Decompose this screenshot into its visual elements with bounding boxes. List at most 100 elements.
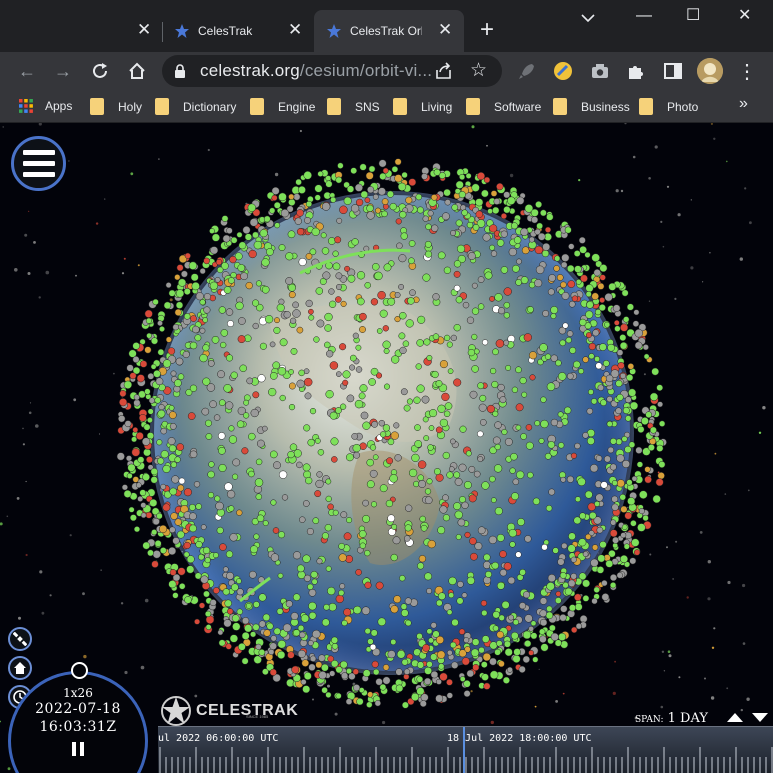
satellite-dot[interactable] xyxy=(609,463,617,471)
satellite-dot[interactable] xyxy=(341,672,349,680)
satellite-dot[interactable] xyxy=(338,542,345,550)
satellite-dot[interactable] xyxy=(596,566,605,574)
satellite-dot[interactable] xyxy=(202,377,211,386)
satellite-dot[interactable] xyxy=(258,620,266,628)
satellite-dot[interactable] xyxy=(405,196,413,204)
satellite-dot[interactable] xyxy=(389,474,398,483)
satellite-dot[interactable] xyxy=(626,479,633,486)
satellite-dot[interactable] xyxy=(515,403,524,412)
satellite-dot[interactable] xyxy=(149,498,158,507)
satellite-dot[interactable] xyxy=(595,493,604,502)
satellite-dot[interactable] xyxy=(215,258,223,266)
satellite-dot[interactable] xyxy=(253,601,260,608)
satellite-dot[interactable] xyxy=(567,544,576,553)
satellite-dot[interactable] xyxy=(362,514,371,523)
satellite-dot[interactable] xyxy=(167,437,176,446)
satellite-dot[interactable] xyxy=(585,310,594,319)
satellite-dot[interactable] xyxy=(475,210,484,219)
satellite-dot[interactable] xyxy=(287,450,295,459)
satellite-dot[interactable] xyxy=(261,425,268,432)
satellite-dot[interactable] xyxy=(131,436,138,443)
satellite-dot[interactable] xyxy=(454,477,463,486)
satellite-dot[interactable] xyxy=(252,391,260,399)
satellite-dot[interactable] xyxy=(424,250,433,258)
satellite-dot[interactable] xyxy=(557,558,565,566)
satellite-dot[interactable] xyxy=(371,421,378,428)
satellite-dot[interactable] xyxy=(415,363,422,370)
satellite-dot[interactable] xyxy=(425,223,432,231)
satellite-dot[interactable] xyxy=(335,296,342,303)
satellite-dot[interactable] xyxy=(359,384,368,393)
satellite-dot[interactable] xyxy=(626,303,634,311)
satellite-dot[interactable] xyxy=(443,266,452,274)
satellite-dot[interactable] xyxy=(192,325,200,334)
satellite-dot[interactable] xyxy=(416,687,425,696)
satellite-dot[interactable] xyxy=(584,322,592,330)
satellite-dot[interactable] xyxy=(483,553,491,561)
satellite-dot[interactable] xyxy=(501,600,510,609)
satellite-dot[interactable] xyxy=(587,389,594,395)
satellite-dot[interactable] xyxy=(512,478,520,486)
satellite-dot[interactable] xyxy=(189,512,197,521)
satellite-dot[interactable] xyxy=(492,436,501,445)
address-bar[interactable]: celestrak.org/cesium/orbit-vi... ☆ xyxy=(162,55,502,87)
satellite-dot[interactable] xyxy=(564,226,572,234)
satellite-dot[interactable] xyxy=(335,371,342,377)
satellite-dot[interactable] xyxy=(498,660,505,668)
tab-search-icon[interactable] xyxy=(581,13,595,23)
satellite-dot[interactable] xyxy=(203,293,211,301)
satellite-dot[interactable] xyxy=(170,461,177,468)
satellite-dot[interactable] xyxy=(212,587,220,594)
satellite-dot[interactable] xyxy=(607,446,615,454)
satellite-dot[interactable] xyxy=(362,669,371,678)
satellite-dot[interactable] xyxy=(528,625,534,632)
satellite-dot[interactable] xyxy=(223,619,232,628)
satellite-dot[interactable] xyxy=(656,444,664,452)
satellite-dot[interactable] xyxy=(263,629,271,637)
satellite-dot[interactable] xyxy=(610,437,617,445)
satellite-dot[interactable] xyxy=(490,250,498,257)
satellite-dot[interactable] xyxy=(497,383,505,392)
satellite-dot[interactable] xyxy=(553,265,560,272)
satellite-dot[interactable] xyxy=(306,527,314,536)
satellite-dot[interactable] xyxy=(242,226,251,234)
satellite-dot[interactable] xyxy=(395,684,404,693)
tab-orbit-visualization[interactable]: CelesTrak Orbit Visualization ✕ xyxy=(314,10,464,52)
satellite-dot[interactable] xyxy=(564,406,572,414)
satellite-dot[interactable] xyxy=(471,282,478,289)
satellite-dot[interactable] xyxy=(435,473,444,482)
satellite-dot[interactable] xyxy=(335,692,342,699)
satellite-dot[interactable] xyxy=(214,495,221,502)
satellite-dot[interactable] xyxy=(512,619,519,626)
satellite-dot[interactable] xyxy=(382,340,391,349)
satellite-dot[interactable] xyxy=(150,363,157,370)
satellite-dot[interactable] xyxy=(238,642,246,651)
satellite-dot[interactable] xyxy=(539,343,548,352)
satellite-dot[interactable] xyxy=(574,593,582,602)
satellite-dot[interactable] xyxy=(288,198,296,206)
satellite-dot[interactable] xyxy=(509,467,516,474)
satellite-dot[interactable] xyxy=(496,239,505,247)
satellite-dot[interactable] xyxy=(229,255,237,264)
satellite-dot[interactable] xyxy=(416,384,425,393)
satellite-dot[interactable] xyxy=(268,387,277,397)
satellite-dot[interactable] xyxy=(449,641,457,649)
satellite-dot[interactable] xyxy=(150,467,158,476)
satellite-dot[interactable] xyxy=(273,201,281,209)
satellite-dot[interactable] xyxy=(296,461,303,469)
satellite-dot[interactable] xyxy=(433,468,441,475)
satellite-dot[interactable] xyxy=(489,670,499,680)
satellite-dot[interactable] xyxy=(416,675,424,683)
satellite-dot[interactable] xyxy=(448,576,457,586)
satellite-dot[interactable] xyxy=(520,276,529,284)
satellite-dot[interactable] xyxy=(168,546,177,556)
satellite-dot[interactable] xyxy=(649,392,659,401)
satellite-dot[interactable] xyxy=(178,583,186,590)
satellite-dot[interactable] xyxy=(150,337,159,345)
satellite-dot[interactable] xyxy=(189,384,198,392)
extensions-puzzle-icon[interactable] xyxy=(625,60,647,82)
satellite-dot[interactable] xyxy=(480,661,488,668)
satellite-dot[interactable] xyxy=(435,678,442,685)
satellite-dot[interactable] xyxy=(493,198,501,205)
satellite-dot[interactable] xyxy=(227,320,234,328)
